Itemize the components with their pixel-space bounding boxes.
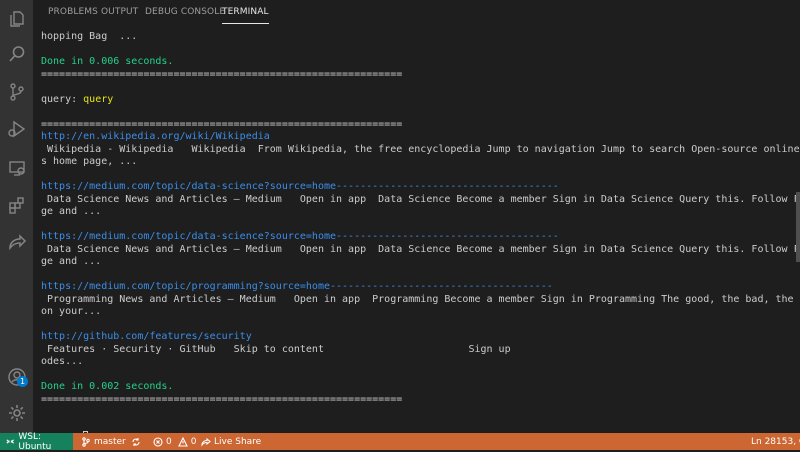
extensions-icon[interactable]: [0, 188, 33, 221]
remote-icon: [6, 439, 14, 444]
terminal-line-text: ========================================…: [41, 393, 403, 405]
activity-bar: 1: [0, 0, 33, 433]
terminal-line: odes...: [41, 356, 800, 369]
remote-indicator[interactable]: WSL: Ubuntu: [0, 431, 73, 452]
source-control-icon[interactable]: [0, 75, 33, 108]
terminal-line: hopping Bag ...: [41, 31, 800, 44]
terminal-line-text: s home page, ...: [41, 156, 138, 167]
remote-explorer-icon[interactable]: [0, 151, 33, 184]
terminal-line-text: Programming News and Articles – Medium O…: [41, 293, 800, 305]
panel-tabs: PROBLEMS OUTPUT DEBUG CONSOLE TERMINAL: [33, 0, 800, 26]
live-share-button[interactable]: Live Share: [201, 433, 261, 450]
terminal-line-text: https://medium.com/topic/programming?sou…: [41, 281, 553, 292]
tab-debug-console[interactable]: DEBUG CONSOLE: [145, 7, 225, 17]
branch-indicator[interactable]: master: [81, 433, 126, 450]
tab-output[interactable]: OUTPUT: [101, 7, 138, 17]
sync-button[interactable]: [131, 433, 141, 450]
live-share-icon[interactable]: [0, 225, 33, 258]
terminal-line: ========================================…: [41, 69, 800, 82]
run-debug-icon[interactable]: [0, 112, 33, 145]
terminal-line-text: Done in 0.006 seconds.: [41, 56, 174, 67]
terminal-line-text: hopping Bag ...: [41, 31, 138, 42]
terminal-line: Done in 0.002 seconds.: [41, 381, 800, 394]
terminal-line-text: on your...: [41, 306, 102, 317]
terminal-line-text: https://medium.com/topic/data-science?so…: [41, 231, 559, 242]
live-share-status-icon: [201, 437, 211, 447]
terminal-line: Wikipedia - Wikipedia Wikipedia From Wik…: [41, 144, 800, 157]
terminal-line: Programming News and Articles – Medium O…: [41, 294, 800, 307]
terminal-line: ge and ...: [41, 256, 800, 269]
terminal-line: https://medium.com/topic/data-science?so…: [41, 231, 800, 244]
terminal-line-text: ge and ...: [41, 206, 102, 217]
error-count: 0: [166, 436, 172, 447]
terminal-line: s home page, ...: [41, 156, 800, 169]
terminal-line: ========================================…: [41, 119, 800, 132]
terminal-line-text: http://github.com/features/security: [41, 331, 252, 342]
terminal-line-text: Features · Security · GitHub Skip to con…: [41, 343, 800, 355]
settings-gear-icon[interactable]: [0, 396, 33, 429]
terminal-line: on your...: [41, 306, 800, 319]
terminal-line: ========================================…: [41, 394, 800, 407]
terminal-line-text: ge and ...: [41, 256, 102, 267]
terminal-line: https://medium.com/topic/data-science?so…: [41, 181, 800, 194]
terminal-line: query: query: [41, 94, 800, 107]
warning-count: 0: [190, 436, 197, 447]
live-share-label: Live Share: [214, 436, 262, 447]
terminal-panel: PROBLEMS OUTPUT DEBUG CONSOLE TERMINAL h…: [33, 0, 800, 433]
terminal-line-text: Done in 0.002 seconds.: [41, 381, 174, 392]
terminal-line-text: Data Science News and Articles – Medium …: [41, 243, 800, 255]
terminal-line-text: query:: [41, 93, 84, 105]
terminal-line-text: Wikipedia - Wikipedia Wikipedia From Wik…: [41, 143, 800, 155]
terminal-line-text: ========================================…: [41, 118, 403, 130]
account-icon[interactable]: [0, 360, 33, 393]
terminal-line: https://medium.com/topic/programming?sou…: [41, 281, 800, 294]
terminal-line: Done in 0.006 seconds.: [41, 56, 800, 69]
terminal-line: ge and ...: [41, 206, 800, 219]
terminal-line: Data Science News and Articles – Medium …: [41, 194, 800, 207]
error-icon: [153, 436, 163, 447]
search-icon[interactable]: [0, 37, 33, 70]
tab-terminal[interactable]: TERMINAL: [222, 7, 269, 24]
sync-icon: [132, 437, 140, 446]
files-icon[interactable]: [0, 2, 33, 35]
terminal-line-text: http://en.wikipedia.org/wiki/Wikipedia: [41, 131, 270, 142]
terminal-line: http://github.com/features/security: [41, 331, 800, 344]
terminal-line-text: ========================================…: [41, 68, 403, 80]
terminal-scrollbar[interactable]: [796, 192, 800, 262]
terminal-line-text: https://medium.com/topic/data-science?so…: [41, 181, 559, 192]
terminal-line-text: odes...: [41, 356, 84, 367]
terminal-line: Data Science News and Articles – Medium …: [41, 244, 800, 257]
terminal-line-text: Data Science News and Articles – Medium …: [41, 193, 800, 205]
terminal-line: Features · Security · GitHub Skip to con…: [41, 344, 800, 357]
terminal-output[interactable]: hopping Bag ... Done in 0.006 seconds. ===…: [41, 31, 800, 433]
tab-problems[interactable]: PROBLEMS: [48, 7, 98, 17]
warning-icon: [177, 436, 188, 447]
status-bar: WSL: Ubuntu master 0 0 Live Share Ln 281…: [0, 431, 800, 452]
cursor-position[interactable]: Ln 28153, Co: [751, 433, 800, 450]
problems-indicator[interactable]: 0 0: [153, 433, 196, 450]
cursor-position-label: Ln 28153, Co: [751, 436, 800, 447]
branch-label: master: [94, 436, 126, 447]
terminal-line: http://en.wikipedia.org/wiki/Wikipedia: [41, 131, 800, 144]
terminal-query-text: query: [83, 93, 114, 105]
account-badge: 1: [17, 376, 28, 387]
remote-label: WSL: Ubuntu: [18, 431, 52, 452]
git-branch-icon: [82, 436, 90, 447]
